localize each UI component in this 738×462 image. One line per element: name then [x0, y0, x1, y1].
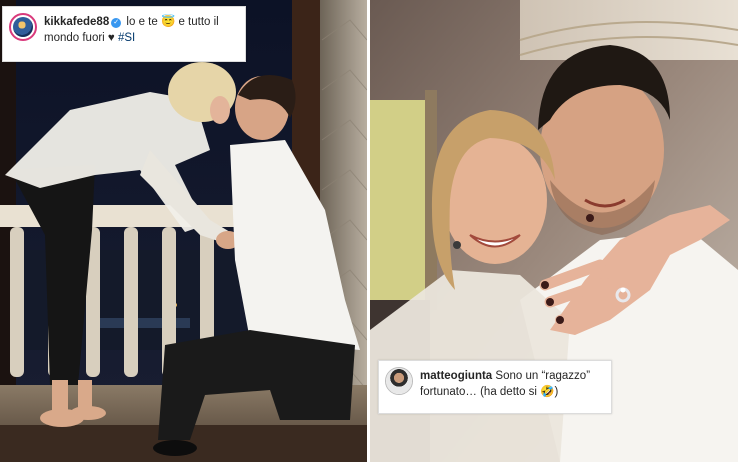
username[interactable]: kikkafede88: [44, 16, 109, 28]
left-post-caption-card: kikkafede88 ✓ lo e te 😇 e tutto il mondo …: [2, 6, 246, 62]
username[interactable]: matteogiunta: [420, 370, 492, 382]
balcony-kiss-photo: [0, 0, 367, 462]
screenshot-canvas: kikkafede88 ✓ lo e te 😇 e tutto il mondo …: [0, 0, 738, 462]
caption-text: kikkafede88 ✓ lo e te 😇 e tutto il mondo …: [44, 7, 245, 46]
avatar[interactable]: [385, 367, 413, 395]
verified-badge-icon: ✓: [111, 18, 122, 28]
avatar[interactable]: [9, 13, 37, 41]
right-post-caption-card: matteogiunta Sono un “ragazzo” fortunato…: [378, 360, 612, 414]
hashtag-link[interactable]: #SI: [118, 32, 135, 44]
left-post-photo: [0, 0, 367, 462]
caption-text: matteogiunta Sono un “ragazzo” fortunato…: [420, 361, 611, 400]
